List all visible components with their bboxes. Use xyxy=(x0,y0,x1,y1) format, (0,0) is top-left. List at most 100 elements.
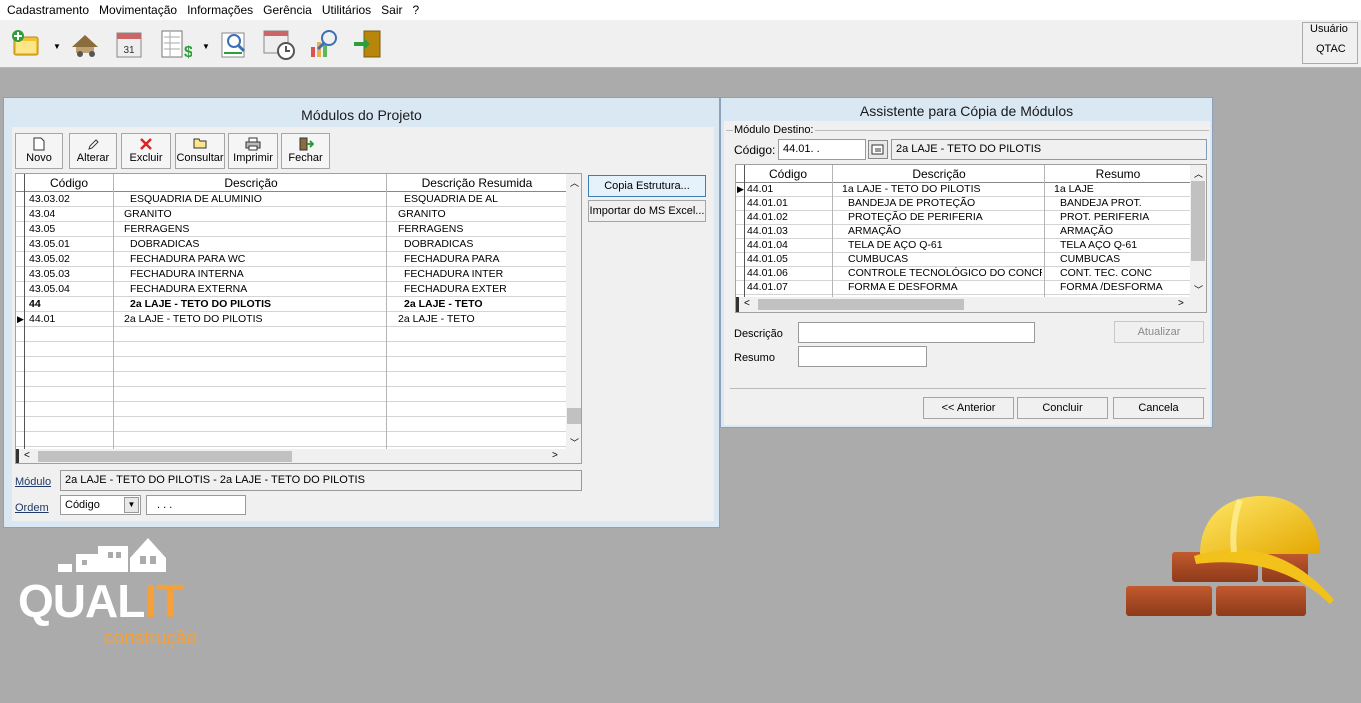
chevron-down-icon[interactable]: ▼ xyxy=(53,42,61,51)
menu-informacoes[interactable]: Informações xyxy=(182,0,258,20)
menu-movimentacao[interactable]: Movimentação xyxy=(94,0,182,20)
concluir-button[interactable]: Concluir xyxy=(1017,397,1108,419)
atualizar-button[interactable]: Atualizar xyxy=(1114,321,1204,343)
search-report-icon[interactable] xyxy=(218,27,252,61)
grid-divider xyxy=(832,165,833,298)
table-row[interactable]: 43.05.01 DOBRADICAS DOBRADICAS xyxy=(16,237,566,252)
table-row[interactable] xyxy=(16,357,566,372)
chevron-down-icon[interactable]: ▼ xyxy=(202,42,210,51)
table-row[interactable]: 44.01.05 CUMBUCAS CUMBUCAS xyxy=(736,253,1190,267)
table-row[interactable]: 43.05 FERRAGENS FERRAGENS xyxy=(16,222,566,237)
pencil-icon xyxy=(70,134,116,152)
chevron-down-icon[interactable]: ▼ xyxy=(124,497,139,513)
table-row[interactable]: 43.03.02 ESQUADRIA DE ALUMINIO ESQUADRIA D… xyxy=(16,192,566,207)
construction-icon[interactable] xyxy=(68,27,102,61)
table-row[interactable]: 44.01 1a LAJE - TETO DO PILOTIS 1a LAJE ▶ xyxy=(736,183,1190,197)
col-descricao[interactable]: Descrição xyxy=(116,176,386,190)
anterior-button[interactable]: << Anterior xyxy=(923,397,1014,419)
table-row[interactable]: 44.01.06 CONTROLE TECNOLÓGICO DO CONCRE CO… xyxy=(736,267,1190,281)
grid-divider xyxy=(386,174,387,450)
excluir-button[interactable]: Excluir xyxy=(121,133,171,169)
table-row[interactable] xyxy=(16,372,566,387)
scroll-left-icon[interactable]: < xyxy=(744,298,750,309)
menu-sair[interactable]: Sair xyxy=(376,0,407,20)
table-row[interactable] xyxy=(16,432,566,447)
menu-gerencia[interactable]: Gerência xyxy=(258,0,317,20)
table-row[interactable]: 44.01.03 ARMAÇÃO ARMAÇÃO xyxy=(736,225,1190,239)
ordem-select[interactable]: Código ▼ xyxy=(60,495,141,515)
table-row[interactable] xyxy=(16,417,566,432)
current-row-icon: ▶ xyxy=(737,184,744,194)
table-row[interactable]: 43.04 GRANITO GRANITO xyxy=(16,207,566,222)
col-codigo[interactable]: Código xyxy=(744,167,832,181)
horizontal-scrollbar[interactable]: < > xyxy=(16,449,581,463)
table-row[interactable]: 44 2a LAJE - TETO DO PILOTIS 2a LAJE - TET… xyxy=(16,297,566,312)
col-descricao-resumida[interactable]: Descrição Resumida xyxy=(388,176,566,190)
ordem-label: Ordem xyxy=(15,502,49,514)
scroll-left-icon[interactable]: < xyxy=(24,450,30,461)
table-row[interactable]: 44.01.02 PROTEÇÃO DE PERIFERIA PROT. PERIF… xyxy=(736,211,1190,225)
ordem-search-field[interactable]: . . . xyxy=(146,495,246,515)
scroll-down-icon[interactable]: ﹀ xyxy=(1194,283,1203,296)
table-row[interactable]: 43.05.03 FECHADURA INTERNA FECHADURA INTER xyxy=(16,267,566,282)
table-row[interactable] xyxy=(16,387,566,402)
table-row[interactable] xyxy=(16,327,566,342)
exit-door-icon[interactable] xyxy=(352,27,386,61)
chart-search-icon[interactable] xyxy=(307,27,341,61)
table-row[interactable] xyxy=(16,402,566,417)
cell-descricao: 1a LAJE - TETO DO PILOTIS xyxy=(842,183,981,195)
calendar-icon[interactable]: 31 xyxy=(113,27,147,61)
grid-corner xyxy=(736,297,739,312)
scroll-up-icon[interactable]: ︿ xyxy=(1194,167,1203,180)
table-row[interactable]: 44.01 2a LAJE - TETO DO PILOTIS 2a LAJE - … xyxy=(16,312,566,327)
codigo-field[interactable]: 44.01. . xyxy=(778,139,866,160)
modulos-grid-header: Código Descrição Descrição Resumida xyxy=(16,174,566,192)
cell-descricao: CUMBUCAS xyxy=(848,253,909,265)
cell-resumo: ARMAÇÃO xyxy=(1060,225,1114,237)
table-row[interactable]: 44.01.01 BANDEJA DE PROTEÇÃO BANDEJA PROT. xyxy=(736,197,1190,211)
menu-cadastramento[interactable]: Cadastramento xyxy=(2,0,94,20)
menu-utilitarios[interactable]: Utilitários xyxy=(317,0,376,20)
col-codigo[interactable]: Código xyxy=(24,176,114,190)
table-row[interactable] xyxy=(16,342,566,357)
vertical-scrollbar[interactable]: ︿ ﹀ xyxy=(1190,165,1206,297)
scroll-right-icon[interactable]: > xyxy=(552,450,558,461)
svg-text:$: $ xyxy=(184,44,192,61)
copia-estrutura-button[interactable]: Copia Estrutura... xyxy=(588,175,706,197)
scrollbar-thumb[interactable] xyxy=(38,451,292,462)
scrollbar-thumb[interactable] xyxy=(758,299,964,310)
scroll-right-icon[interactable]: > xyxy=(1178,298,1184,309)
col-descricao[interactable]: Descrição xyxy=(834,167,1044,181)
scroll-up-icon[interactable]: ︿ xyxy=(570,176,579,189)
table-row[interactable]: 44.01.04 TELA DE AÇO Q-61 TELA AÇO Q-61 xyxy=(736,239,1190,253)
consultar-button[interactable]: Consultar xyxy=(175,133,225,169)
col-resumo[interactable]: Resumo xyxy=(1046,167,1190,181)
cell-resumo: CUMBUCAS xyxy=(1060,253,1121,265)
imprimir-button[interactable]: Imprimir xyxy=(228,133,278,169)
cell-codigo: 44.01 xyxy=(29,313,56,325)
cell-resumo: FERRAGENS xyxy=(398,223,464,235)
cancela-button[interactable]: Cancela xyxy=(1113,397,1204,419)
scrollbar-thumb[interactable] xyxy=(567,408,581,424)
modulos-grid-body: 43.03.02 ESQUADRIA DE ALUMINIO ESQUADRIA D… xyxy=(16,192,566,450)
cell-resumo: BANDEJA PROT. xyxy=(1060,197,1142,209)
scroll-down-icon[interactable]: ﹀ xyxy=(570,436,579,449)
table-row[interactable]: 43.05.02 FECHADURA PARA WC FECHADURA PARA xyxy=(16,252,566,267)
descricao-field[interactable] xyxy=(798,322,1035,343)
resumo-field[interactable] xyxy=(798,346,927,367)
scrollbar-thumb[interactable] xyxy=(1191,181,1205,261)
table-row[interactable]: 44.01.07 FORMA E DESFORMA FORMA /DESFORMA xyxy=(736,281,1190,295)
new-project-icon[interactable] xyxy=(8,27,42,61)
horizontal-scrollbar[interactable]: < > xyxy=(736,297,1206,312)
fechar-button[interactable]: Fechar xyxy=(281,133,330,169)
spreadsheet-money-icon[interactable]: $ xyxy=(158,27,193,61)
novo-button[interactable]: Novo xyxy=(15,133,63,169)
menu-help[interactable]: ? xyxy=(408,0,425,20)
assistente-window: Assistente para Cópia de Módulos Módulo … xyxy=(720,97,1213,428)
schedule-clock-icon[interactable] xyxy=(262,27,296,61)
importar-excel-button[interactable]: Importar do MS Excel... xyxy=(588,200,706,222)
lookup-icon[interactable] xyxy=(868,140,888,159)
alterar-button[interactable]: Alterar xyxy=(69,133,117,169)
vertical-scrollbar[interactable]: ︿ ﹀ xyxy=(566,174,581,449)
table-row[interactable]: 43.05.04 FECHADURA EXTERNA FECHADURA EXTER xyxy=(16,282,566,297)
